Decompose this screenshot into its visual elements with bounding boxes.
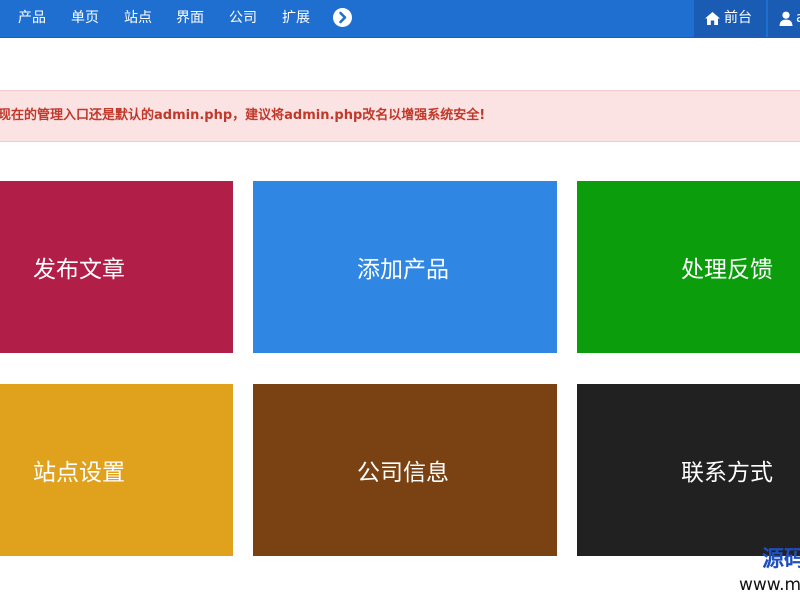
tile-company-info[interactable]: 公司信息 xyxy=(253,384,557,556)
nav-item-single-pages[interactable]: 单页 xyxy=(71,0,99,37)
watermark-url: www.m xyxy=(739,575,800,595)
tile-label: 站点设置 xyxy=(33,460,125,486)
top-navbar: 产品 单页 站点 界面 公司 扩展 前台 a xyxy=(0,0,800,38)
watermark-logo: 源码 xyxy=(762,547,800,572)
security-warning-alert: 现在的管理入口还是默认的admin.php，建议将admin.php改名以增强系… xyxy=(0,90,800,142)
nav-item-sites[interactable]: 站点 xyxy=(124,0,152,37)
tile-label: 公司信息 xyxy=(357,460,449,486)
frontend-label: 前台 xyxy=(724,10,752,26)
user-menu-button[interactable]: a xyxy=(768,0,800,37)
tile-contact-info[interactable]: 联系方式 xyxy=(577,384,800,556)
tile-site-settings[interactable]: 站点设置 xyxy=(0,384,233,556)
tile-publish-article[interactable]: 发布文章 xyxy=(0,181,233,353)
chevron-right-circle-icon[interactable] xyxy=(333,8,352,27)
frontend-button[interactable]: 前台 xyxy=(694,0,766,37)
tile-add-product[interactable]: 添加产品 xyxy=(253,181,557,353)
tile-label: 联系方式 xyxy=(681,460,773,486)
nav-item-interface[interactable]: 界面 xyxy=(176,0,204,37)
nav-item-products[interactable]: 产品 xyxy=(18,0,46,37)
tile-handle-feedback[interactable]: 处理反馈 xyxy=(577,181,800,353)
nav-item-company[interactable]: 公司 xyxy=(229,0,257,37)
tile-label: 添加产品 xyxy=(357,257,449,283)
admin-dashboard: 产品 单页 站点 界面 公司 扩展 前台 a xyxy=(0,0,800,600)
user-icon xyxy=(779,11,793,26)
user-label: a xyxy=(796,10,800,26)
nav-item-extensions[interactable]: 扩展 xyxy=(282,0,310,37)
tile-label: 发布文章 xyxy=(33,257,125,283)
security-warning-text: 现在的管理入口还是默认的admin.php，建议将admin.php改名以增强系… xyxy=(0,108,486,123)
home-icon xyxy=(704,11,721,26)
tile-label: 处理反馈 xyxy=(681,257,773,283)
